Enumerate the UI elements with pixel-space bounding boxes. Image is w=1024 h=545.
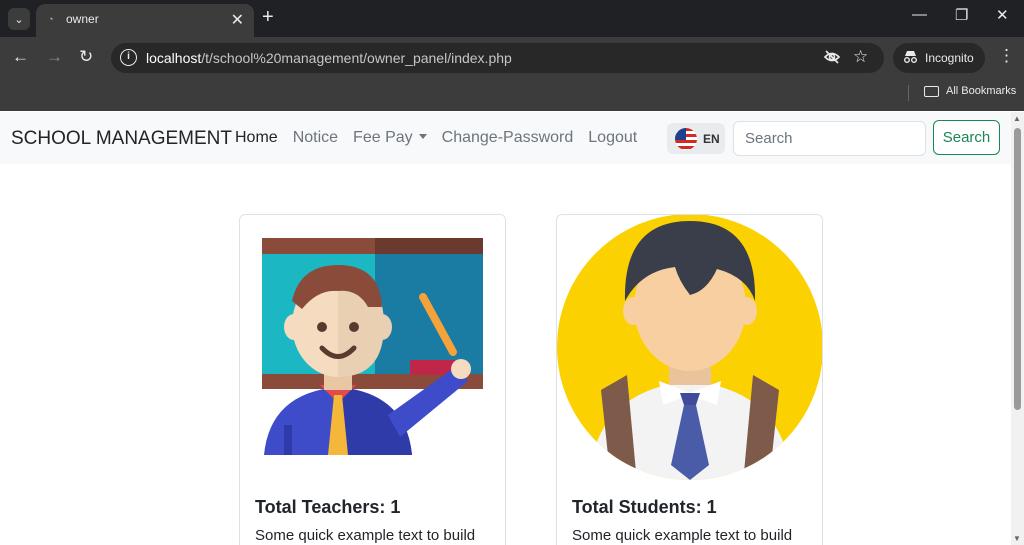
url-text[interactable]: localhost/t/school%20management/owner_pa… bbox=[146, 50, 512, 66]
tab-title: owner bbox=[66, 12, 99, 26]
language-label: EN bbox=[703, 131, 720, 146]
nav-fee-pay-label: Fee Pay bbox=[353, 129, 413, 146]
card-title: Total Teachers: 1 bbox=[255, 497, 401, 517]
teacher-illustration bbox=[262, 238, 483, 455]
close-icon[interactable]: ✕ bbox=[231, 10, 244, 30]
brand-logo[interactable]: SCHOOL MANAGEMENT bbox=[11, 128, 232, 150]
window-close-icon[interactable]: ✕ bbox=[996, 6, 1009, 24]
minimize-icon[interactable]: — bbox=[912, 6, 927, 23]
card-text: Some quick example text to build bbox=[572, 527, 793, 544]
caret-down-icon bbox=[418, 134, 427, 139]
page-scrollbar[interactable]: ▲ ▼ bbox=[1011, 112, 1024, 545]
eye-slash-icon[interactable] bbox=[823, 48, 841, 71]
search-input[interactable] bbox=[733, 121, 926, 156]
scroll-down-icon[interactable]: ▼ bbox=[1013, 534, 1021, 543]
tab-search-icon[interactable]: ⌄ bbox=[8, 8, 30, 30]
forward-icon[interactable]: → bbox=[46, 47, 63, 67]
favicon-icon: ◔ bbox=[48, 14, 54, 24]
bookmarks-separator bbox=[908, 85, 909, 101]
star-icon[interactable]: ☆ bbox=[853, 47, 868, 67]
plus-icon[interactable]: + bbox=[262, 7, 274, 27]
all-bookmarks-label: All Bookmarks bbox=[946, 85, 1017, 97]
nav-change-password[interactable]: Change-Password bbox=[442, 129, 574, 147]
teachers-card: Total Teachers: 1 Some quick example tex… bbox=[239, 214, 506, 545]
nav-home[interactable]: Home bbox=[235, 129, 278, 147]
browser-tab[interactable]: ◔ owner ✕ bbox=[36, 4, 254, 37]
students-card: Total Students: 1 Some quick example tex… bbox=[556, 214, 823, 545]
site-navbar: SCHOOL MANAGEMENT Home Notice Fee Pay Ch… bbox=[0, 112, 1011, 164]
reload-icon[interactable]: ↻ bbox=[79, 47, 93, 67]
incognito-indicator[interactable]: Incognito bbox=[893, 43, 985, 73]
back-icon[interactable]: ← bbox=[12, 47, 29, 67]
nav-notice[interactable]: Notice bbox=[293, 129, 338, 147]
browser-toolbar: ← → ↻ i localhost/t/school%20management/… bbox=[0, 37, 1024, 79]
student-illustration bbox=[557, 215, 822, 480]
scroll-thumb[interactable] bbox=[1014, 128, 1021, 410]
info-icon[interactable]: i bbox=[120, 49, 137, 66]
language-selector[interactable]: EN bbox=[667, 123, 725, 154]
incognito-icon bbox=[903, 50, 918, 66]
address-bar[interactable]: i localhost/t/school%20management/owner_… bbox=[111, 43, 884, 73]
more-icon[interactable]: ⋮ bbox=[998, 46, 1015, 66]
bookmarks-bar: All Bookmarks bbox=[0, 79, 1024, 111]
search-button[interactable]: Search bbox=[933, 120, 1000, 155]
us-flag-icon bbox=[675, 127, 697, 150]
browser-tab-strip: ⌄ ◔ owner ✕ + — ❐ ✕ bbox=[0, 0, 1024, 37]
nav-fee-pay-dropdown[interactable]: Fee Pay bbox=[353, 129, 427, 147]
page-content: SCHOOL MANAGEMENT Home Notice Fee Pay Ch… bbox=[0, 112, 1011, 545]
nav-logout[interactable]: Logout bbox=[588, 129, 637, 147]
all-bookmarks-button[interactable]: All Bookmarks bbox=[924, 85, 1016, 97]
card-title: Total Students: 1 bbox=[572, 497, 717, 517]
card-text: Some quick example text to build bbox=[255, 527, 476, 544]
folder-icon bbox=[924, 85, 939, 97]
scroll-up-icon[interactable]: ▲ bbox=[1013, 114, 1021, 123]
restore-icon[interactable]: ❐ bbox=[955, 6, 968, 24]
incognito-label: Incognito bbox=[925, 51, 974, 65]
nav-links: Home Notice Fee Pay Change-Password Logo… bbox=[235, 129, 637, 147]
